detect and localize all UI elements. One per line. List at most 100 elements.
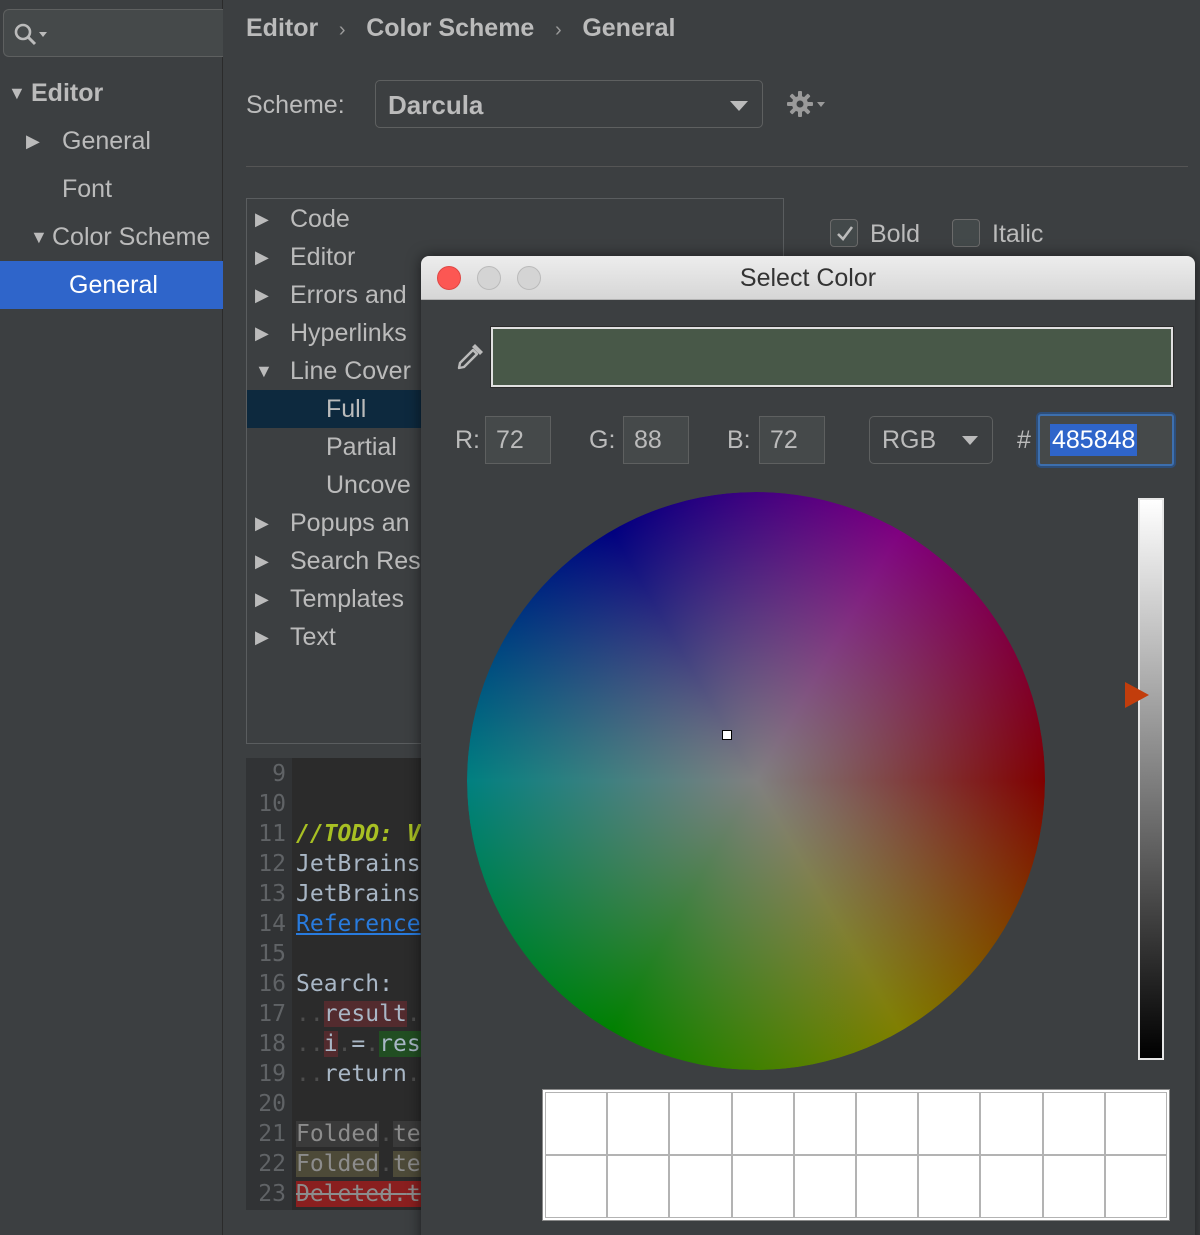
- code-token: JetBrains: [296, 881, 421, 907]
- expanded-arrow-icon[interactable]: ▼: [8, 69, 26, 117]
- code-token: Deleted: [296, 1181, 393, 1207]
- chevron-down-icon: [962, 436, 978, 445]
- recent-colors-grid: [543, 1090, 1169, 1220]
- recent-color-cell[interactable]: [856, 1155, 919, 1218]
- collapsed-arrow-icon[interactable]: ▶: [255, 238, 269, 276]
- code-text: //TODO: V: [296, 819, 421, 849]
- recent-color-cell[interactable]: [545, 1155, 608, 1218]
- code-token: i: [323, 1031, 338, 1057]
- code-token: t: [406, 1181, 421, 1207]
- code-line: 21 Folded.te: [246, 1119, 446, 1149]
- code-line: 16 Search:: [246, 969, 446, 999]
- recent-color-cell[interactable]: [731, 1092, 794, 1155]
- sidebar-item-label: General: [69, 271, 158, 299]
- sidebar-item-color-scheme[interactable]: ▼ Color Scheme: [0, 213, 223, 261]
- color-wheel-cursor[interactable]: [722, 730, 732, 740]
- green-label: G:: [589, 426, 616, 454]
- hex-input[interactable]: 485848: [1038, 414, 1174, 466]
- collapsed-arrow-icon[interactable]: ▶: [255, 580, 269, 618]
- tree-row[interactable]: ▶ Code: [247, 200, 783, 238]
- code-token: .: [406, 1001, 421, 1027]
- recent-color-cell[interactable]: [793, 1155, 856, 1218]
- code-line: 22 Folded.te: [246, 1149, 446, 1179]
- collapsed-arrow-icon[interactable]: ▶: [255, 200, 269, 238]
- recent-color-cell[interactable]: [980, 1092, 1043, 1155]
- bold-checkbox[interactable]: [830, 219, 858, 247]
- color-wheel-saturation-layer: [467, 492, 1045, 1070]
- line-number: 20: [258, 1091, 286, 1117]
- recent-color-cell[interactable]: [669, 1092, 732, 1155]
- code-line: 9: [246, 759, 446, 789]
- code-token: Folded: [296, 1151, 380, 1177]
- tree-row-label: Hyperlinks: [290, 319, 407, 347]
- code-token: //TODO: V: [296, 821, 421, 847]
- code-token: Search:: [296, 971, 393, 997]
- dialog-title: Select Color: [739, 264, 877, 292]
- red-input[interactable]: 72: [485, 416, 551, 464]
- settings-search-field[interactable]: [3, 9, 223, 57]
- code-line: 12 JetBrains: [246, 849, 446, 879]
- header-divider: [246, 166, 1188, 167]
- recent-color-cell[interactable]: [1042, 1092, 1105, 1155]
- expanded-arrow-icon[interactable]: ▼: [30, 213, 48, 261]
- code-token[interactable]: Reference: [296, 911, 421, 937]
- line-number: 10: [258, 791, 286, 817]
- blue-input[interactable]: 72: [759, 416, 825, 464]
- sidebar-item-general[interactable]: ▶ General: [0, 117, 223, 165]
- brightness-slider-thumb[interactable]: [1125, 682, 1149, 708]
- code-line: 17 ..result.: [246, 999, 446, 1029]
- expanded-arrow-icon[interactable]: ▼: [255, 352, 273, 390]
- color-mode-value: RGB: [882, 426, 937, 454]
- recent-color-cell[interactable]: [1042, 1155, 1105, 1218]
- code-line: 19 ..return.: [246, 1059, 446, 1089]
- dialog-titlebar[interactable]: Select Color: [421, 256, 1195, 300]
- code-token: .: [379, 1121, 393, 1147]
- color-preview-swatch: [491, 327, 1173, 387]
- code-token: te: [392, 1151, 421, 1177]
- recent-color-cell[interactable]: [918, 1155, 981, 1218]
- recent-color-cell[interactable]: [856, 1092, 919, 1155]
- collapsed-arrow-icon[interactable]: ▶: [255, 542, 269, 580]
- brightness-slider[interactable]: [1138, 498, 1164, 1060]
- code-token: result: [323, 1001, 407, 1027]
- pipette-icon[interactable]: [455, 340, 487, 372]
- recent-color-cell[interactable]: [731, 1155, 794, 1218]
- collapsed-arrow-icon[interactable]: ▶: [255, 276, 269, 314]
- scheme-dropdown[interactable]: Darcula: [375, 80, 763, 128]
- collapsed-arrow-icon[interactable]: ▶: [255, 314, 269, 352]
- recent-color-cell[interactable]: [607, 1092, 670, 1155]
- recent-color-cell[interactable]: [793, 1092, 856, 1155]
- collapsed-arrow-icon[interactable]: ▶: [26, 117, 40, 165]
- color-wheel[interactable]: [467, 492, 1045, 1070]
- code-line: 11 //TODO: V: [246, 819, 446, 849]
- collapsed-arrow-icon[interactable]: ▶: [255, 618, 269, 656]
- green-input[interactable]: 88: [623, 416, 689, 464]
- breadcrumb-item-color-scheme[interactable]: Color Scheme: [366, 14, 534, 42]
- line-number: 21: [258, 1121, 286, 1147]
- code-text: Folded.te: [296, 1119, 421, 1149]
- italic-checkbox[interactable]: [952, 219, 980, 247]
- recent-color-cell[interactable]: [1104, 1092, 1167, 1155]
- recent-color-cell[interactable]: [980, 1155, 1043, 1218]
- tree-row-label: Line Cover: [290, 357, 411, 385]
- recent-color-cell[interactable]: [669, 1155, 732, 1218]
- recent-color-cell[interactable]: [545, 1092, 608, 1155]
- tree-row-label: Code: [290, 205, 350, 233]
- collapsed-arrow-icon[interactable]: ▶: [255, 504, 269, 542]
- sidebar-item-font[interactable]: Font: [0, 165, 223, 213]
- gear-icon[interactable]: [786, 89, 828, 119]
- color-mode-dropdown[interactable]: RGB: [869, 416, 993, 464]
- breadcrumb-item-editor[interactable]: Editor: [246, 14, 318, 42]
- tree-row-label: Text: [290, 623, 336, 651]
- tree-row-label: Uncove: [326, 471, 411, 499]
- line-number: 22: [258, 1151, 286, 1177]
- recent-color-cell[interactable]: [918, 1092, 981, 1155]
- sidebar-item-editor[interactable]: ▼ Editor: [0, 69, 223, 117]
- recent-color-cell[interactable]: [1104, 1155, 1167, 1218]
- sidebar-item-general-selected[interactable]: General: [0, 261, 223, 309]
- code-token: .: [365, 1031, 380, 1057]
- recent-color-cell[interactable]: [607, 1155, 670, 1218]
- tree-row-label: Partial: [326, 433, 397, 461]
- code-token: .: [379, 1151, 393, 1177]
- breadcrumb: Editor › Color Scheme › General: [246, 8, 675, 48]
